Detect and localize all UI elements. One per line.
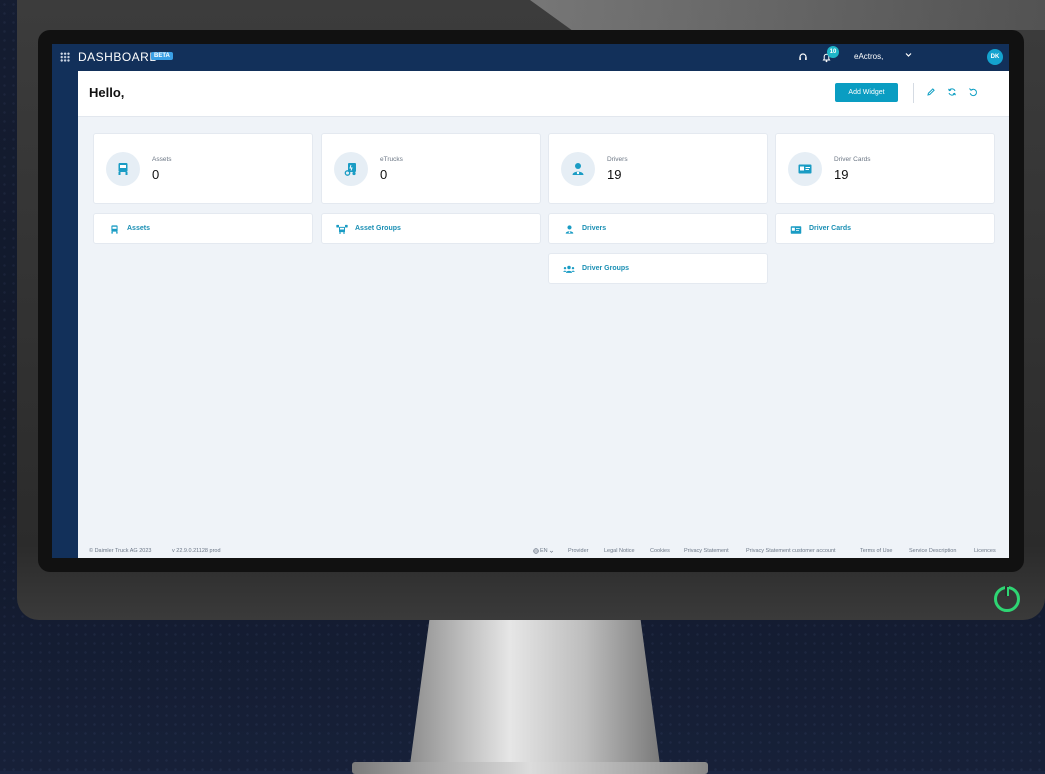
- undo-icon[interactable]: [968, 87, 978, 100]
- link-label: Assets: [127, 225, 150, 232]
- footer-link-legal-notice[interactable]: Legal Notice: [604, 548, 635, 554]
- stat-value: 0: [380, 167, 388, 182]
- id-card-icon: [790, 224, 802, 235]
- link-label: Asset Groups: [355, 225, 401, 232]
- add-widget-button[interactable]: Add Widget: [835, 83, 898, 102]
- link-card-asset-groups[interactable]: Asset Groups: [321, 213, 541, 244]
- footer-link-service-description[interactable]: Service Description: [909, 548, 956, 554]
- truck-icon: [108, 224, 120, 235]
- stat-label: eTrucks: [380, 156, 403, 163]
- stat-label: Assets: [152, 156, 172, 163]
- link-card-drivers[interactable]: Drivers: [548, 213, 768, 244]
- stat-label: Driver Cards: [834, 156, 871, 163]
- footer-link-provider[interactable]: Provider: [568, 548, 588, 554]
- edit-pencil-icon[interactable]: [926, 87, 936, 100]
- stat-label: Drivers: [607, 156, 628, 163]
- driver-icon: [561, 152, 595, 186]
- link-label: Driver Groups: [582, 265, 630, 272]
- app-sidebar: [52, 44, 78, 558]
- refresh-icon[interactable]: [947, 87, 957, 100]
- stat-value: 19: [607, 167, 622, 182]
- stat-card-drivers[interactable]: Drivers 19: [548, 133, 768, 204]
- stat-card-assets[interactable]: Assets 0: [93, 133, 313, 204]
- driver-icon: [563, 224, 575, 235]
- stat-card-etrucks[interactable]: eTrucks 0: [321, 133, 541, 204]
- id-card-icon: [788, 152, 822, 186]
- chevron-down-icon[interactable]: [904, 50, 913, 61]
- notification-count-badge: 10: [827, 46, 839, 58]
- app-screen: DASHBOARD BETA 10 eActros, DK Hello, Add…: [78, 44, 1009, 558]
- greeting-title: Hello,: [89, 85, 125, 100]
- link-label: Drivers: [582, 225, 607, 232]
- etruck-icon: [334, 152, 368, 186]
- globe-icon: [533, 548, 539, 554]
- footer-link-terms-of-use[interactable]: Terms of Use: [860, 548, 892, 554]
- link-card-assets[interactable]: Assets: [93, 213, 313, 244]
- page-header: Hello, Add Widget: [78, 71, 1009, 117]
- page-footer: © Daimler Truck AG 2023 v 22.9.0.21128 p…: [78, 544, 1009, 558]
- app-grid-icon[interactable]: [60, 52, 70, 62]
- truck-icon: [106, 152, 140, 186]
- language-selector[interactable]: EN: [533, 548, 554, 554]
- link-card-driver-groups[interactable]: Driver Groups: [548, 253, 768, 284]
- footer-link-licences[interactable]: Licences: [974, 548, 996, 554]
- link-label: Driver Cards: [809, 225, 852, 232]
- link-card-driver-cards[interactable]: Driver Cards: [775, 213, 995, 244]
- monitor-glare: [530, 0, 1045, 30]
- version-text: v 22.9.0.21128 prod: [172, 548, 221, 554]
- user-avatar[interactable]: DK: [987, 49, 1003, 65]
- chevron-down-icon: [549, 550, 553, 553]
- footer-link-privacy-statement-customer[interactable]: Privacy Statement customer account: [746, 548, 836, 554]
- truck-group-icon: [336, 224, 348, 235]
- top-navigation-bar: DASHBOARD BETA 10 eActros, DK: [78, 44, 1009, 71]
- copyright-text: © Daimler Truck AG 2023: [89, 548, 152, 554]
- stat-value: 0: [152, 167, 160, 182]
- footer-link-privacy-statement[interactable]: Privacy Statement: [684, 548, 729, 554]
- stat-value: 19: [834, 167, 849, 182]
- app-brand[interactable]: DASHBOARD: [78, 50, 159, 64]
- monitor-stand: [410, 615, 660, 765]
- user-menu-name[interactable]: eActros,: [854, 52, 883, 61]
- stat-card-driver-cards[interactable]: Driver Cards 19: [775, 133, 995, 204]
- language-code: EN: [540, 548, 548, 554]
- header-divider: [913, 83, 914, 103]
- power-icon[interactable]: [994, 586, 1020, 612]
- footer-link-cookies[interactable]: Cookies: [650, 548, 670, 554]
- beta-badge: BETA: [151, 52, 173, 60]
- support-headset-icon[interactable]: [798, 52, 808, 65]
- driver-group-icon: [563, 264, 575, 275]
- monitor-stand-base: [352, 762, 708, 774]
